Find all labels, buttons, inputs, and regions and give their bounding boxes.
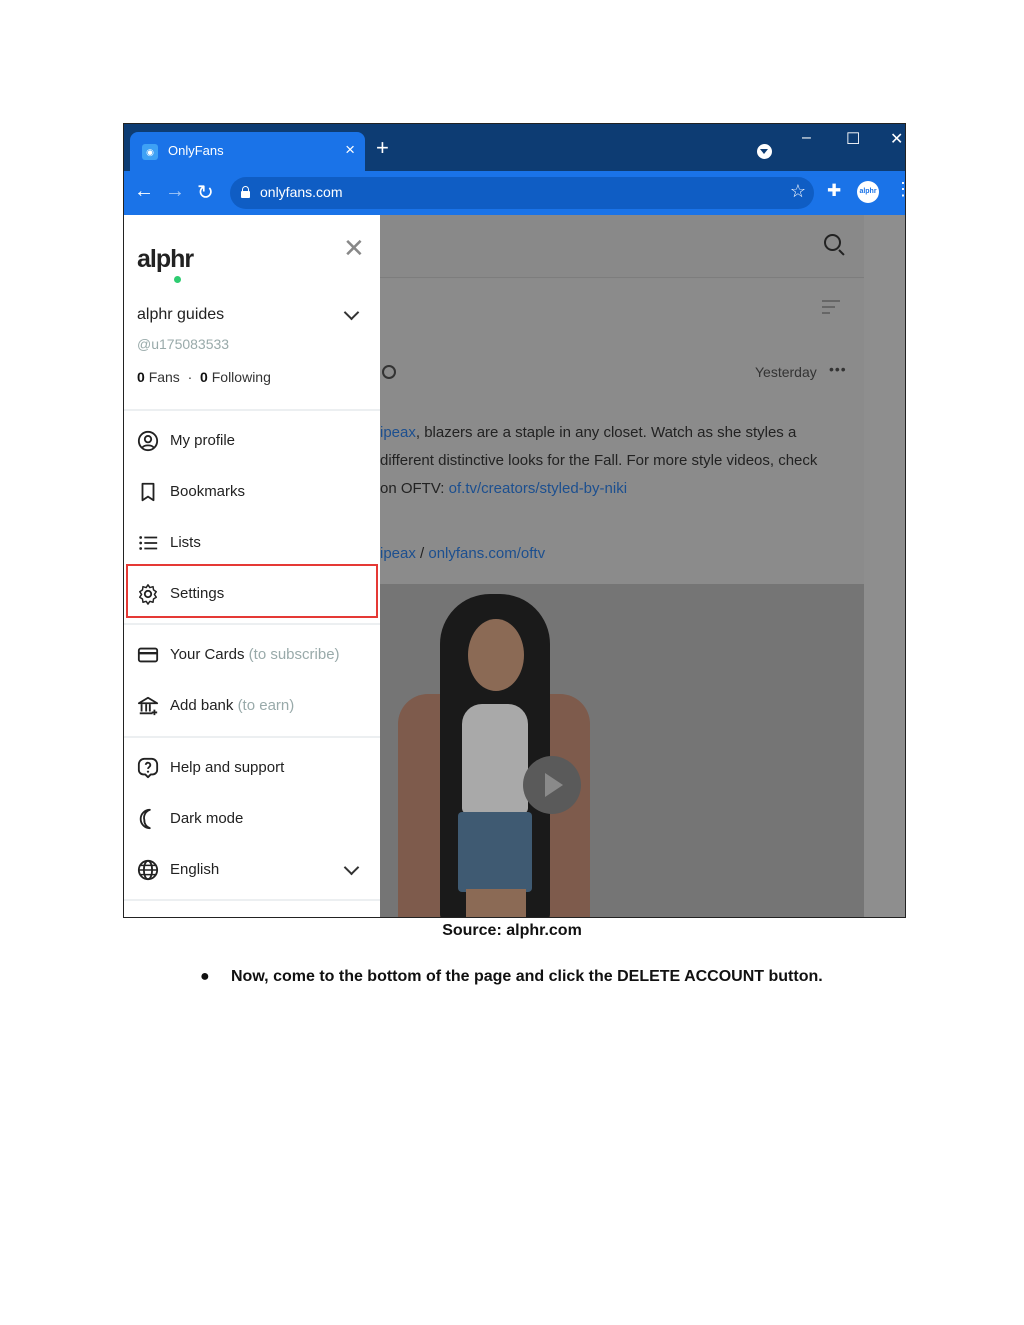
new-tab-icon[interactable]: + bbox=[376, 137, 389, 159]
profile-link[interactable]: ipeax bbox=[380, 545, 416, 562]
post-links: ipeax / onlyfans.com/oftv bbox=[380, 545, 545, 562]
help-icon bbox=[137, 757, 159, 779]
caption-line-1: , blazers are a staple in any closet. Wa… bbox=[415, 424, 797, 441]
menu-item-label: Add bank (to earn) bbox=[170, 697, 294, 714]
gear-icon bbox=[139, 584, 157, 605]
profile-avatar[interactable]: alphr bbox=[857, 181, 879, 203]
creator-link[interactable]: of.tv/creators/styled-by-niki bbox=[449, 480, 627, 497]
follower-stats: 0 Fans · 0 Following bbox=[137, 369, 271, 385]
screenshot-figure: ◉ OnlyFans × + – ☐ ✕ ← → ↻ onlyfans.com … bbox=[123, 123, 906, 918]
browser-tab[interactable]: ◉ OnlyFans × bbox=[130, 132, 365, 171]
link-separator: / bbox=[415, 545, 429, 562]
credit-card-icon bbox=[137, 647, 159, 663]
menu-item-label: Dark mode bbox=[170, 810, 244, 827]
address-bar[interactable]: onlyfans.com ☆ bbox=[230, 177, 814, 209]
video-figure-face bbox=[468, 619, 524, 691]
menu-item-label: English bbox=[170, 861, 220, 878]
globe-icon bbox=[137, 859, 159, 881]
extensions-puzzle-icon[interactable]: ✚ bbox=[827, 181, 841, 201]
settings-highlight-box bbox=[126, 564, 378, 618]
menu-item-label: Settings bbox=[170, 585, 225, 602]
chevron-down-icon[interactable] bbox=[343, 304, 360, 321]
post-card: Yesterday ••• ipeax, blazers are a stapl… bbox=[380, 279, 864, 584]
cards-label: Your Cards bbox=[170, 646, 245, 663]
fans-count: 0 bbox=[137, 369, 145, 385]
post-video[interactable] bbox=[380, 584, 864, 917]
cards-hint: (to subscribe) bbox=[248, 646, 340, 663]
bullet-marker: ● bbox=[200, 968, 210, 985]
chevron-down-icon[interactable] bbox=[343, 859, 360, 876]
dimmed-page-content: Yesterday ••• ipeax, blazers are a stapl… bbox=[380, 215, 905, 917]
divider bbox=[124, 623, 380, 625]
following-label[interactable]: Following bbox=[212, 369, 271, 385]
bank-icon bbox=[137, 696, 159, 716]
more-options-icon[interactable]: ••• bbox=[829, 361, 847, 377]
caption-line-3: on OFTV: bbox=[380, 480, 449, 497]
browser-tab-bar: ◉ OnlyFans × + – ☐ ✕ bbox=[124, 124, 905, 171]
bookmark-icon bbox=[141, 482, 155, 502]
display-name: alphr guides bbox=[137, 306, 225, 323]
browser-menu-icon[interactable]: ⋮ bbox=[894, 179, 905, 200]
tab-title: OnlyFans bbox=[168, 143, 224, 158]
reload-icon[interactable]: ↻ bbox=[197, 180, 214, 205]
site-logo: alphr bbox=[137, 245, 194, 273]
post-caption: ipeax, blazers are a staple in any close… bbox=[380, 419, 850, 503]
divider bbox=[124, 899, 380, 901]
fans-label[interactable]: Fans bbox=[149, 369, 180, 385]
favicon-icon: ◉ bbox=[142, 144, 158, 160]
menu-item-label: Bookmarks bbox=[170, 483, 246, 500]
caption-line-2: different distinctive looks for the Fall… bbox=[380, 452, 818, 469]
sort-filter-icon[interactable] bbox=[822, 300, 840, 318]
url-text: onlyfans.com bbox=[260, 184, 343, 200]
post-timestamp: Yesterday bbox=[755, 364, 817, 380]
following-count: 0 bbox=[200, 369, 208, 385]
page-gutter bbox=[864, 215, 905, 917]
online-status-dot bbox=[174, 276, 181, 283]
tab-search-icon[interactable] bbox=[757, 144, 772, 159]
video-figure-top bbox=[462, 704, 528, 814]
mention-link[interactable]: ipeax bbox=[380, 424, 416, 441]
lock-icon bbox=[241, 186, 250, 198]
bank-hint: (to earn) bbox=[237, 697, 295, 714]
menu-item-label: Help and support bbox=[170, 759, 285, 776]
menu-item-label: Your Cards (to subscribe) bbox=[170, 646, 340, 663]
video-figure-legs bbox=[466, 889, 526, 917]
bank-label: Add bank bbox=[170, 697, 234, 714]
maximize-icon[interactable]: ☐ bbox=[846, 129, 860, 149]
drawer-close-icon[interactable]: ✕ bbox=[343, 235, 365, 261]
bookmark-star-icon[interactable]: ☆ bbox=[790, 181, 806, 202]
back-icon[interactable]: ← bbox=[134, 180, 154, 203]
instruction-text: Now, come to the bottom of the page and … bbox=[231, 968, 823, 985]
divider bbox=[124, 736, 380, 738]
user-circle-icon bbox=[137, 430, 159, 452]
list-icon bbox=[139, 536, 158, 550]
play-icon[interactable] bbox=[523, 756, 581, 814]
username: @u175083533 bbox=[137, 336, 230, 352]
browser-toolbar: ← → ↻ onlyfans.com ☆ ✚ alphr ⋮ bbox=[124, 171, 905, 215]
search-icon[interactable] bbox=[824, 234, 841, 251]
close-tab-icon[interactable]: × bbox=[345, 140, 355, 160]
oftv-link[interactable]: onlyfans.com/oftv bbox=[428, 545, 545, 562]
moon-icon bbox=[139, 808, 151, 830]
figure-source-caption: Source: alphr.com bbox=[442, 922, 582, 939]
minimize-icon[interactable]: – bbox=[802, 129, 811, 147]
verified-icon bbox=[382, 365, 396, 379]
menu-item-label: My profile bbox=[170, 432, 236, 449]
divider bbox=[124, 409, 380, 411]
page-header bbox=[380, 215, 864, 278]
forward-icon[interactable]: → bbox=[165, 180, 185, 203]
window-close-icon[interactable]: ✕ bbox=[890, 129, 903, 149]
menu-item-label: Lists bbox=[170, 534, 201, 551]
video-figure-shorts bbox=[458, 812, 532, 892]
side-drawer: alphr ✕ alphr guides @u175083533 0 Fans … bbox=[124, 215, 380, 917]
